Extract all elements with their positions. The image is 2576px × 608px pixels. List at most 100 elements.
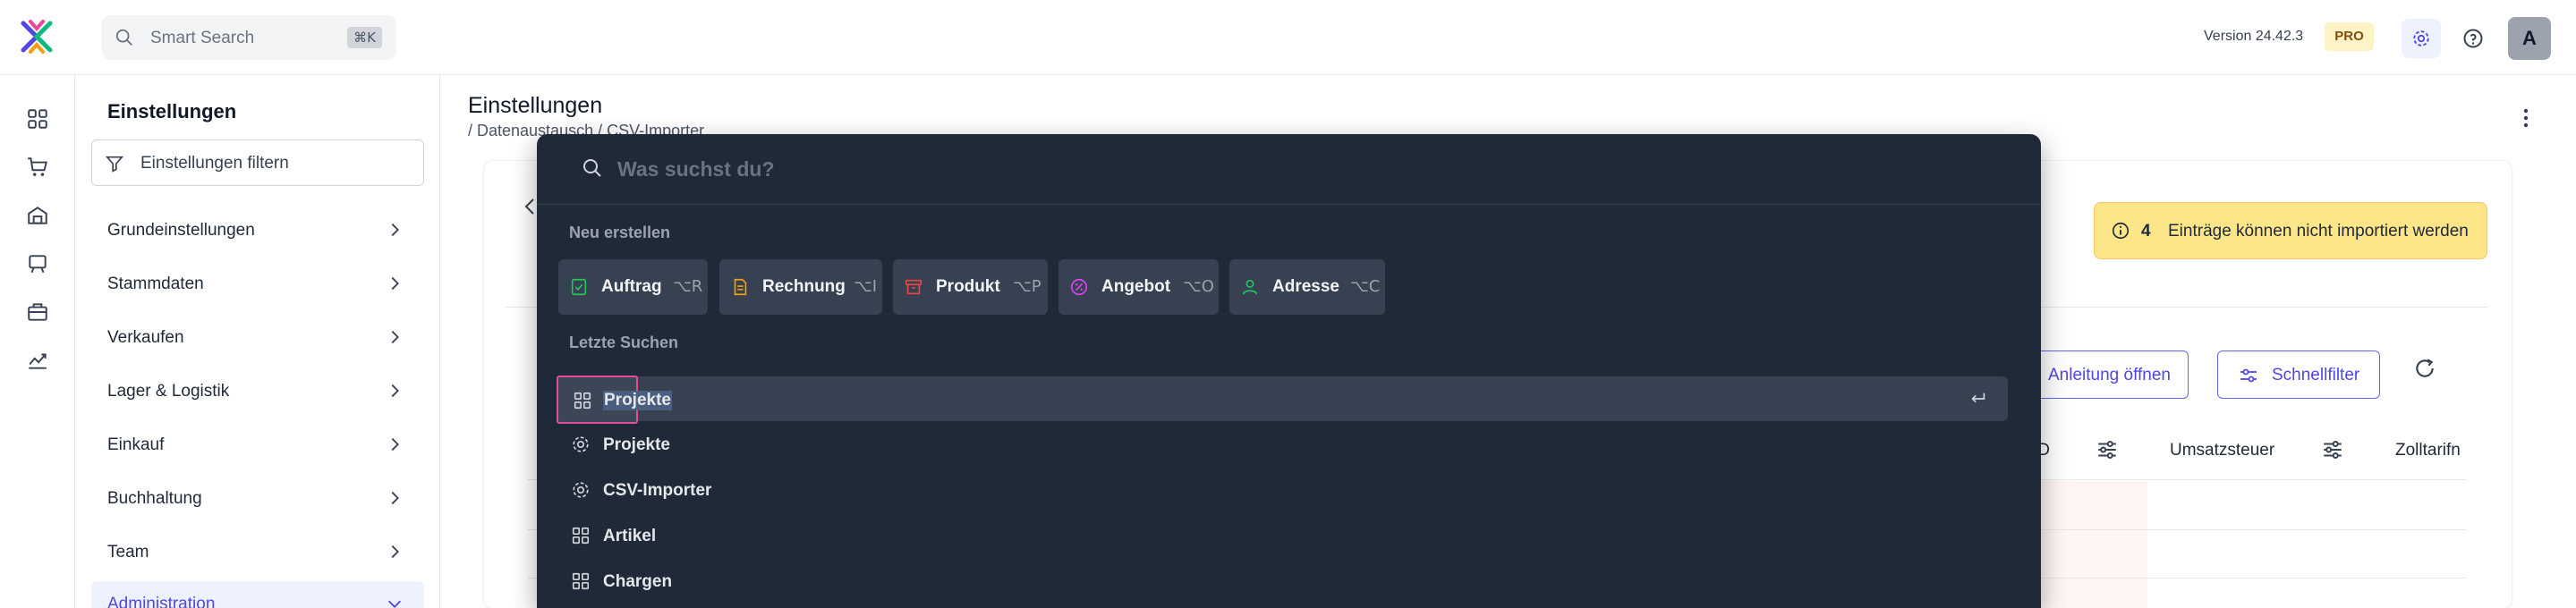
sidebar-item-buchhaltung[interactable]: Buchhaltung — [91, 476, 424, 522]
dashboard-icon[interactable] — [26, 107, 49, 131]
warning-text: Einträge können nicht importiert werden — [2168, 222, 2469, 241]
recent-item-projekte-settings[interactable]: Projekte — [558, 422, 2008, 467]
user-avatar[interactable]: A — [2508, 17, 2551, 60]
recent-item-label: CSV-Importer — [603, 481, 712, 500]
sidebar-item-team[interactable]: Team — [91, 529, 424, 576]
chevron-right-icon — [391, 223, 399, 237]
recent-item-chargen[interactable]: Chargen — [558, 559, 2008, 604]
palette-search-placeholder: Was suchst du? — [617, 157, 775, 181]
quick-filter-button[interactable]: Schnellfilter — [2217, 350, 2380, 399]
grid-icon — [572, 527, 590, 545]
sidebar-item-verkaufen[interactable]: Verkaufen — [91, 315, 424, 361]
open-guide-label: Anleitung öffnen — [2048, 366, 2171, 384]
palette-search-input[interactable]: Was suchst du? — [537, 134, 2041, 205]
product-icon — [905, 279, 922, 295]
warehouse-icon[interactable] — [26, 204, 49, 227]
create-address-button[interactable]: Adresse ⌥C — [1229, 259, 1385, 315]
sidebar-item-grundeinstellungen[interactable]: Grundeinstellungen — [91, 207, 424, 254]
settings-button[interactable] — [2402, 19, 2441, 58]
create-address-label: Adresse — [1272, 277, 1339, 296]
version-label: Version 24.42.3 — [2204, 29, 2304, 44]
chevron-right-icon — [391, 276, 399, 291]
help-button[interactable] — [2453, 19, 2493, 58]
warning-count: 4 — [2141, 222, 2151, 241]
recent-item-label: Artikel — [603, 527, 657, 545]
sidebar-item-label: Lager & Logistik — [107, 382, 230, 401]
settings-filter-input[interactable]: Einstellungen filtern — [91, 139, 424, 186]
gear-icon — [2413, 30, 2429, 46]
recent-item-label: Projekte — [603, 435, 670, 454]
recent-heading: Letzte Suchen — [569, 334, 679, 351]
open-guide-button[interactable]: Anleitung öffnen — [2031, 350, 2189, 399]
sidebar-item-label: Buchhaltung — [107, 489, 202, 508]
search-icon — [115, 29, 132, 46]
recent-item-artikel[interactable]: Artikel — [558, 513, 2008, 558]
column-settings-icon[interactable] — [2096, 438, 2119, 461]
plan-badge: PRO — [2325, 22, 2374, 51]
chevron-right-icon — [391, 491, 399, 505]
refresh-icon[interactable] — [2413, 357, 2436, 380]
sidebar-item-stammdaten[interactable]: Stammdaten — [91, 261, 424, 308]
search-shortcut: ⌘K — [347, 27, 382, 48]
gear-icon — [573, 482, 589, 498]
chevron-down-icon — [387, 600, 402, 608]
recent-item-csv-importer[interactable]: CSV-Importer — [558, 468, 2008, 512]
top-bar: Smart Search ⌘K Version 24.42.3 PRO A — [0, 0, 2576, 75]
inventory-icon[interactable] — [26, 300, 49, 324]
invoice-icon — [734, 278, 747, 296]
create-invoice-shortcut: ⌥I — [854, 277, 878, 296]
app-logo[interactable] — [18, 18, 55, 55]
create-invoice-button[interactable]: Rechnung ⌥I — [719, 259, 882, 315]
settings-title: Einstellungen — [107, 100, 237, 122]
create-invoice-label: Rechnung — [762, 277, 846, 296]
sidebar-item-label: Stammdaten — [107, 274, 204, 293]
sidebar-item-einkauf[interactable]: Einkauf — [91, 422, 424, 469]
settings-sidebar: Einstellungen Einstellungen filtern Grun… — [75, 75, 440, 608]
column-header-zolltarif[interactable]: Zolltarifn — [2395, 441, 2461, 460]
analytics-icon[interactable] — [26, 349, 49, 372]
create-offer-shortcut: ⌥O — [1183, 277, 1214, 296]
settings-filter-placeholder: Einstellungen filtern — [140, 154, 289, 173]
chevron-right-icon — [391, 384, 399, 398]
page-title: Einstellungen — [468, 93, 603, 118]
create-product-button[interactable]: Produkt ⌥P — [893, 259, 1048, 315]
quick-filter-label: Schnellfilter — [2272, 366, 2360, 384]
cart-icon[interactable] — [26, 156, 49, 179]
column-settings-icon[interactable] — [2321, 438, 2344, 461]
more-options-icon[interactable] — [2521, 107, 2530, 129]
search-icon — [583, 159, 601, 177]
chevron-right-icon — [391, 545, 399, 559]
smart-search-input[interactable]: Smart Search ⌘K — [102, 15, 396, 60]
column-header-umsatzsteuer[interactable]: Umsatzsteuer — [2170, 441, 2274, 460]
sliders-icon — [2240, 368, 2257, 383]
chevron-right-icon — [391, 437, 399, 452]
import-warning-banner: 4 Einträge können nicht importiert werde… — [2094, 202, 2487, 259]
recent-item-projekte-selected[interactable] — [558, 376, 2008, 421]
sidebar-item-label: Verkaufen — [107, 328, 184, 347]
create-order-button[interactable]: Auftrag ⌥R — [558, 259, 708, 315]
order-icon — [571, 278, 587, 296]
create-product-shortcut: ⌥P — [1013, 277, 1041, 296]
sidebar-item-administration[interactable]: Administration — [91, 581, 424, 608]
filter-icon — [105, 156, 124, 173]
create-order-label: Auftrag — [601, 277, 662, 296]
enter-key-icon — [1971, 393, 1985, 403]
sidebar-item-lager-logistik[interactable]: Lager & Logistik — [91, 368, 424, 415]
help-icon — [2463, 29, 2483, 48]
sidebar-item-label: Einkauf — [107, 435, 165, 454]
command-palette: Was suchst du? Neu erstellen Auftrag ⌥R … — [537, 134, 2041, 608]
gear-icon — [573, 436, 589, 452]
create-product-label: Produkt — [936, 277, 1000, 296]
sidebar-item-label: Administration — [107, 595, 216, 608]
projects-icon[interactable] — [26, 252, 49, 275]
recent-item-projekte-focus[interactable]: Projekte — [557, 376, 672, 424]
recent-item-label: Projekte — [603, 391, 672, 410]
address-icon — [1242, 279, 1258, 295]
smart-search-placeholder: Smart Search — [150, 29, 255, 47]
create-heading: Neu erstellen — [569, 224, 671, 241]
create-offer-label: Angebot — [1101, 277, 1171, 296]
grid-icon — [572, 572, 590, 590]
create-offer-button[interactable]: Angebot ⌥O — [1058, 259, 1219, 315]
offer-icon — [1070, 278, 1088, 296]
create-address-shortcut: ⌥C — [1350, 277, 1381, 296]
